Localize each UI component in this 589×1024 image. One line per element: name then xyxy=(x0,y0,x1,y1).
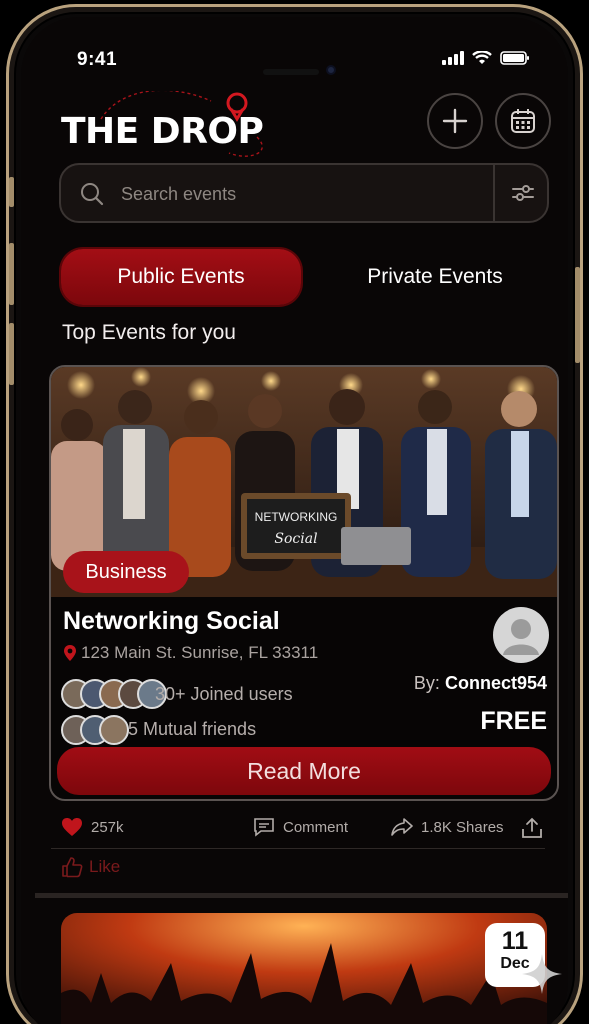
by-label: By: xyxy=(413,673,440,693)
volume-down-button xyxy=(9,323,14,385)
speaker-grille xyxy=(263,69,319,75)
sparkle-icon xyxy=(522,954,562,994)
like-label: Like xyxy=(89,857,121,876)
silent-switch xyxy=(9,177,14,207)
wifi-icon xyxy=(472,51,492,64)
sign-text-social: Social xyxy=(274,531,317,547)
event-price: FREE xyxy=(480,707,547,735)
thumbs-up-icon xyxy=(62,857,83,878)
avatar xyxy=(99,715,129,745)
search-bar xyxy=(59,163,549,223)
engagement-divider xyxy=(51,848,545,849)
heart-icon xyxy=(62,818,82,836)
filter-sliders-icon xyxy=(512,185,534,201)
event-address-text: 123 Main St. Sunrise, FL 33311 xyxy=(81,643,319,662)
status-time: 9:41 xyxy=(77,49,118,70)
search-input[interactable] xyxy=(121,179,481,209)
signal-icon xyxy=(442,51,464,65)
phone-frame: 9:41 THE DROP Search events Public Event… xyxy=(6,4,583,1024)
battery-icon xyxy=(500,51,529,65)
power-button xyxy=(575,267,580,363)
status-bar: 9:41 xyxy=(21,47,568,75)
status-icons xyxy=(442,51,530,65)
section-divider xyxy=(35,893,568,898)
add-event-button[interactable] xyxy=(427,93,483,149)
location-pin-icon xyxy=(64,645,76,661)
shares-button[interactable]: 1.8K Shares xyxy=(391,817,504,837)
comment-label: Comment xyxy=(283,818,349,836)
likes-count: 257k xyxy=(91,818,124,836)
likes-count-button[interactable]: 257k xyxy=(61,817,124,837)
sign-text-networking: NETWORKING xyxy=(255,510,338,524)
host-line: By: Connect954 xyxy=(414,673,547,694)
event-card[interactable]: NETWORKING Social Business Networking So… xyxy=(49,365,559,801)
event-day: 11 xyxy=(501,927,529,955)
upload-icon xyxy=(522,817,542,838)
next-event-card[interactable] xyxy=(61,913,547,1024)
calendar-icon xyxy=(511,109,535,133)
tab-public-events[interactable]: Public Events xyxy=(61,249,301,305)
host-avatar[interactable] xyxy=(493,607,549,663)
host-name[interactable]: Connect954 xyxy=(445,673,547,693)
engagement-bar: 257k Comment 1.8K Shares xyxy=(61,817,542,841)
volume-up-button xyxy=(9,243,14,305)
search-icon xyxy=(79,181,105,212)
logo-wordmark: THE DROP xyxy=(61,111,264,152)
calendar-button[interactable] xyxy=(495,93,551,149)
tab-private-events[interactable]: Private Events xyxy=(321,249,549,305)
read-more-button[interactable]: Read More xyxy=(57,747,551,795)
category-badge: Business xyxy=(63,551,189,593)
search-divider xyxy=(493,165,495,221)
event-title[interactable]: Networking Social xyxy=(63,607,280,636)
plus-icon xyxy=(442,108,468,134)
app-logo: THE DROP xyxy=(61,91,291,161)
upload-share-button[interactable] xyxy=(521,817,543,839)
mutual-friends-text: 5 Mutual friends xyxy=(128,719,257,739)
joined-users-text: 30+ Joined users xyxy=(155,684,293,704)
like-button[interactable]: Like xyxy=(61,856,120,878)
front-camera xyxy=(326,65,336,75)
filter-button[interactable] xyxy=(497,165,549,221)
section-title: Top Events for you xyxy=(62,321,236,344)
share-arrow-icon xyxy=(391,818,413,836)
joined-users-avatars xyxy=(61,679,167,709)
shares-count: 1.8K Shares xyxy=(421,818,504,836)
concert-image xyxy=(61,913,547,1024)
app-screen: 9:41 THE DROP Search events Public Event… xyxy=(21,17,568,1024)
comment-button[interactable]: Comment xyxy=(253,817,348,837)
comment-icon xyxy=(254,818,274,837)
event-image: NETWORKING Social Business xyxy=(51,367,557,597)
mutual-friends-avatars xyxy=(61,715,129,745)
event-address: 123 Main St. Sunrise, FL 33311 xyxy=(63,643,318,663)
